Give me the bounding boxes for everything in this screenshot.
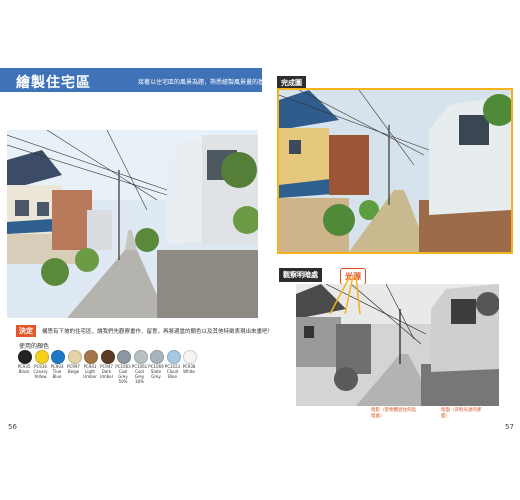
color-swatch-label: PC935 Black: [15, 364, 33, 374]
color-swatch-label: PC997 Beige: [65, 364, 83, 374]
finished-illustration: [277, 88, 513, 254]
observe-light-dark-label: 觀察明暗處: [279, 268, 322, 282]
color-swatch-label: PC947 Dark Umber: [98, 364, 116, 379]
color-swatch-label: PC1023 Cloud Blue: [164, 364, 182, 379]
color-swatch-label: PC941 Light Umber: [81, 364, 99, 379]
color-swatch-label: PC1069 Slate Grey: [147, 364, 165, 379]
color-swatch: [18, 350, 32, 364]
color-name: 30%: [135, 379, 144, 384]
annotation-dark-side: 暗面（背對光源的那面）: [441, 408, 482, 419]
color-swatch: [166, 350, 181, 364]
color-swatch-label: PC1061 Cool Grey 30%: [131, 364, 149, 384]
color-name: Beige: [67, 369, 80, 374]
decision-text: 構思有下坡的住宅區，讓我們先觀察畫作、留意，再將適當的顏色以及其他特徵表現出來畫…: [42, 329, 274, 335]
color-name: Cloud Blue: [166, 369, 179, 379]
street-photo: [7, 130, 258, 318]
color-swatch: [100, 350, 115, 364]
page-title: 繪製住宅區: [16, 75, 91, 91]
color-swatch-label: PC916 Canary Yellow: [32, 364, 50, 379]
color-swatch-label: PC1063 Cool Grey 50%: [114, 364, 132, 384]
color-swatch: [51, 350, 65, 364]
color-name: True Blue: [52, 369, 62, 379]
color-name: Slate Grey: [150, 369, 162, 379]
intro-text: 接著以住宅區的風景為題，熟悉繪製風景畫的基本技巧吧！: [138, 79, 295, 86]
color-name: Black: [18, 369, 30, 374]
color-name: Light Umber: [83, 369, 97, 379]
color-name: Dark Umber: [99, 369, 114, 379]
color-name: 50%: [118, 379, 128, 384]
color-swatch: [117, 350, 131, 364]
annotation-shadow: 暗影（受物體遮住的陰暗處）: [371, 408, 416, 419]
color-swatch-label: PC903 True Blue: [48, 364, 66, 379]
color-swatch-label: PC938 White: [180, 364, 198, 374]
color-code: PC1061 Cool Grey: [131, 364, 148, 379]
color-swatch: [150, 350, 164, 364]
decision-tag: 決定: [16, 325, 36, 337]
page-number-right: 57: [505, 423, 514, 431]
light-ray-arrows: [329, 276, 361, 315]
color-swatch: [84, 350, 98, 364]
color-swatch: [67, 350, 82, 364]
color-swatch: [183, 350, 197, 364]
colors-heading: 使用的顏色: [19, 343, 50, 350]
color-swatch: [34, 350, 49, 364]
color-name: White: [183, 369, 195, 374]
color-code: PC1063 Cool Grey: [115, 364, 131, 379]
page-number-left: 56: [8, 423, 17, 431]
color-swatch: [133, 350, 148, 364]
color-name: Canary Yellow: [33, 369, 48, 379]
